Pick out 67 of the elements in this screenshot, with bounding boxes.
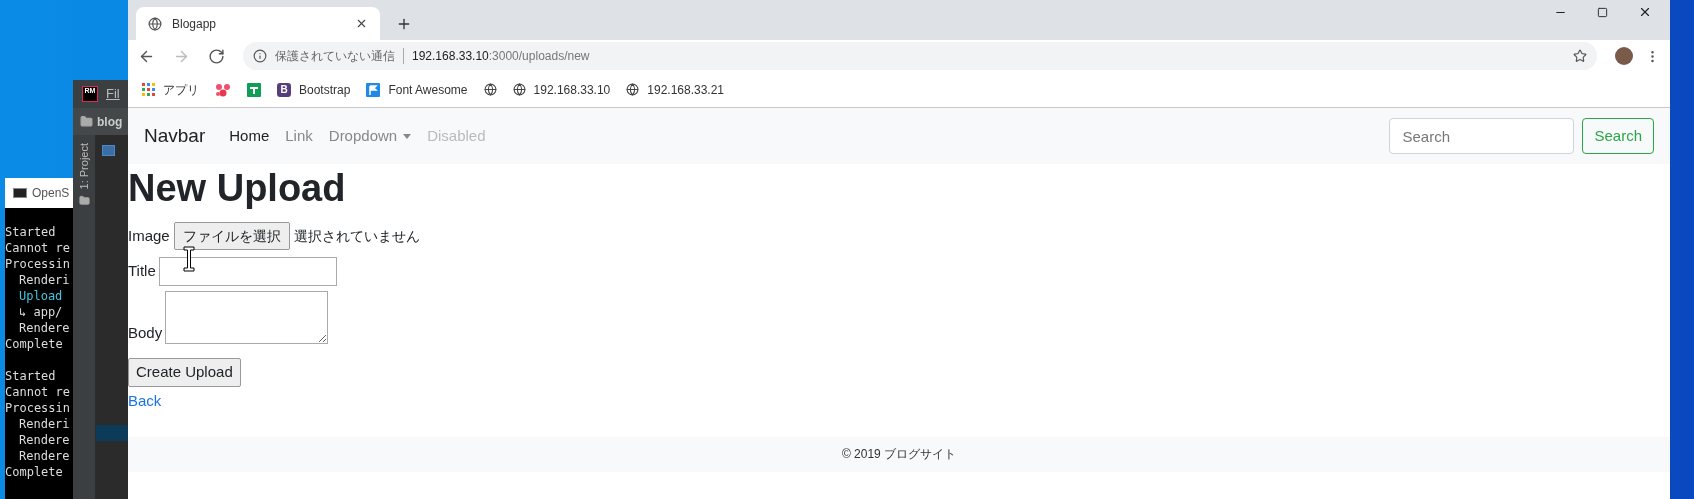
console-line: Started [5, 368, 56, 384]
address-bar[interactable]: 保護されていない通信 192.168.33.10:3000/uploads/new [243, 42, 1597, 70]
console-line: Renderi [18, 416, 70, 432]
security-label: 保護されていない通信 [275, 48, 395, 65]
bookmark-item[interactable]: 192.168.33.10 [512, 80, 611, 99]
tab-title: Blogapp [172, 15, 218, 33]
console-line: Cannot re [5, 240, 71, 256]
console-line: Processin [5, 256, 71, 272]
bookmark-star-icon[interactable] [1573, 49, 1587, 63]
apps-grid-icon [142, 83, 155, 96]
console-line: Rendere [18, 432, 70, 448]
file-select-button[interactable]: ファイルを選択 [173, 222, 290, 250]
avatar[interactable] [1615, 47, 1633, 65]
browser-tab[interactable]: Blogapp [136, 7, 380, 40]
console-line: ↳ app/ [18, 304, 63, 320]
letter-logo-icon: B [277, 82, 291, 97]
folder-icon [80, 115, 93, 128]
info-icon[interactable] [253, 49, 267, 63]
dots-logo-icon [215, 82, 231, 97]
project-tool-tab[interactable]: 1: Project [75, 143, 93, 190]
footer: © 2019 ブログサイト [128, 436, 1670, 472]
console-line: Upload [18, 288, 63, 304]
console-line: Complete [5, 336, 63, 352]
maximize-icon[interactable] [1597, 6, 1608, 18]
page-heading: New Upload [128, 166, 346, 211]
url-text: 192.168.33.10:3000/uploads/new [412, 48, 590, 65]
navbar-brand[interactable]: Navbar [144, 121, 206, 151]
bookmark-item[interactable]: 192.168.33.21 [626, 80, 725, 99]
text-cursor-icon [182, 246, 196, 272]
file-status: 選択されていません [293, 226, 420, 246]
console-line: Rendere [18, 448, 70, 464]
terminal-icon [13, 188, 27, 198]
bookmark-item[interactable]: B Bootstrap [277, 80, 351, 99]
caret-icon [403, 133, 412, 139]
console-line: Started [5, 224, 56, 240]
bookmark-item[interactable]: Font Awesome [366, 80, 468, 99]
reload-icon[interactable] [208, 47, 225, 65]
globe-icon [483, 83, 497, 96]
console-line: Complete [5, 464, 63, 480]
globe-icon [512, 83, 526, 96]
search-field[interactable]: Search [1389, 118, 1575, 154]
title-input[interactable] [158, 257, 337, 286]
field-label: Body [128, 322, 163, 343]
console-line: Cannot re [5, 384, 71, 400]
console-line: Rendere [18, 320, 70, 336]
bookmark-item[interactable]: アプリ [142, 80, 199, 99]
globe-icon [626, 83, 640, 96]
globe-icon [148, 16, 162, 31]
field-label: Title [128, 261, 156, 282]
console-line: Processin [5, 400, 71, 416]
bookmark-item[interactable] [483, 83, 497, 96]
spreadsheet-icon [247, 82, 261, 97]
create-upload-button[interactable]: Create Upload [128, 358, 241, 387]
nav-link[interactable]: Home [221, 124, 278, 148]
window-title: OpenS [32, 185, 70, 202]
new-tab-icon[interactable] [396, 16, 412, 32]
menu-item[interactable]: Fil [106, 84, 120, 104]
back-link[interactable]: Back [128, 390, 162, 413]
project-name: blog [97, 113, 123, 131]
folder-icon [78, 195, 90, 207]
flag-icon [366, 82, 381, 97]
console-line: Renderi [18, 272, 70, 288]
bookmark-item[interactable] [215, 82, 231, 97]
close-icon[interactable] [1638, 5, 1652, 19]
window-icon [102, 144, 115, 156]
close-icon[interactable] [355, 17, 368, 30]
field-label: Image [128, 225, 170, 246]
